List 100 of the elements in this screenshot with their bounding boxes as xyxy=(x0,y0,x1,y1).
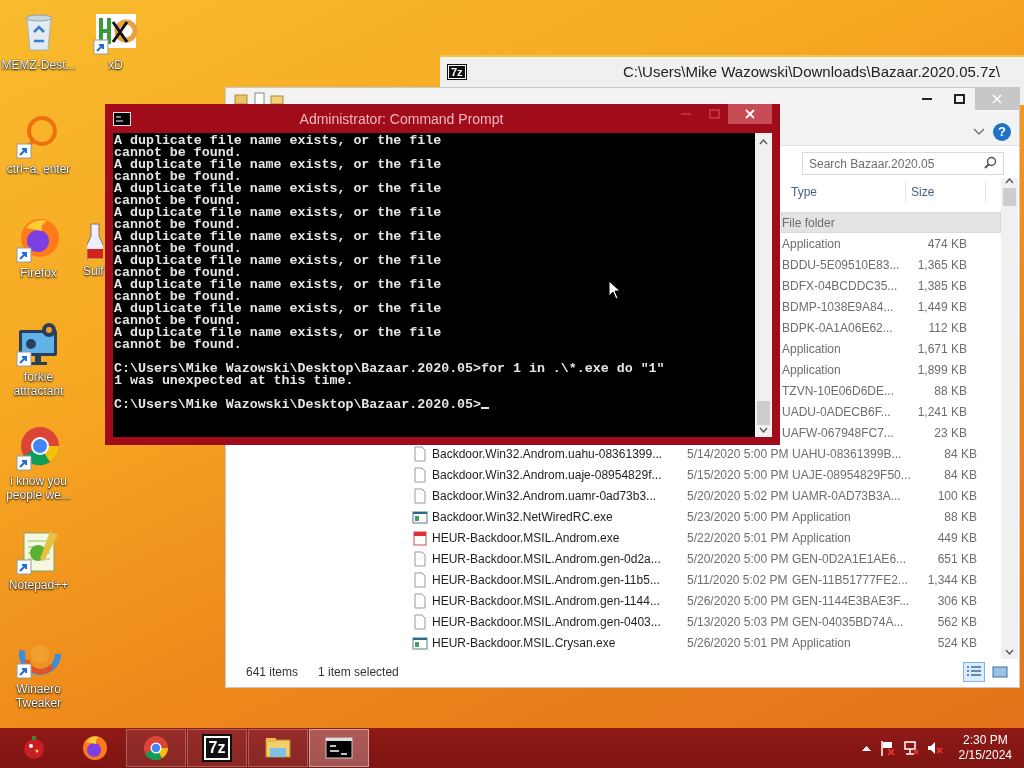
file-size: 100 KB xyxy=(937,488,977,503)
folder-icon[interactable] xyxy=(270,92,284,106)
file-size: 23 KB xyxy=(934,425,967,440)
file-row[interactable]: Backdoor.Win32.Androm.uaje-08954829f... 5/15/2020 5:00 PM UAJE-08954829F50... 84 KB xyxy=(406,464,1001,485)
scroll-thumb[interactable] xyxy=(757,401,770,425)
scroll-down-icon[interactable] xyxy=(1005,649,1014,655)
scroll-thumb[interactable] xyxy=(1003,188,1016,206)
volume-muted-icon[interactable] xyxy=(926,740,943,756)
clock-date[interactable]: 2/15/2024 xyxy=(958,748,1012,763)
file-type: Application xyxy=(782,236,841,251)
file-icon xyxy=(412,613,428,630)
file-row[interactable]: HEUR-Backdoor.MSIL.Androm.gen-0403... 5/13/2020 5:03 PM GEN-04035BD74A... 562 KB xyxy=(406,611,1001,632)
column-header[interactable]: Type xyxy=(786,181,906,203)
network-icon[interactable] xyxy=(902,740,919,756)
file-row[interactable]: BDDU-5E09510E83... 1,365 KB xyxy=(781,254,1001,275)
view-button[interactable] xyxy=(963,662,985,682)
file-size: 1,449 KB xyxy=(917,299,967,314)
date-modified: 5/22/2020 5:01 PM xyxy=(687,530,789,545)
minimize-icon xyxy=(922,98,932,100)
caret-up-icon[interactable] xyxy=(861,745,871,751)
file-type: GEN-1144E3BAE3F... xyxy=(792,593,910,608)
file-row[interactable]: Application 1,671 KB xyxy=(781,338,1001,359)
console-line: A duplicate file name exists, or the file xyxy=(114,253,442,268)
date-modified: 5/26/2020 5:00 PM xyxy=(687,593,789,608)
file-row[interactable]: BDMP-1038E9A84... 1,449 KB xyxy=(781,296,1001,317)
file-name: HEUR-Backdoor.MSIL.Androm.gen-1144... xyxy=(432,593,660,608)
flag-icon[interactable] xyxy=(878,740,895,756)
clock-time[interactable]: 2:30 PM xyxy=(962,733,1008,748)
folder-icon[interactable] xyxy=(234,92,248,106)
minimize-icon xyxy=(681,113,691,115)
search-icon[interactable] xyxy=(984,155,997,169)
file-type: TZVN-10E06D6DE... xyxy=(782,383,895,398)
taskbar-button[interactable] xyxy=(309,729,369,767)
file-row[interactable]: HEUR-Backdoor.MSIL.Androm.gen-0d2a... 5/20/2020 5:00 PM GEN-0D2A1E1AE6... 651 KB xyxy=(406,548,1001,569)
taskbar-button[interactable] xyxy=(248,729,308,767)
file-name: HEUR-Backdoor.MSIL.Crysan.exe xyxy=(432,635,616,650)
file-row[interactable]: TZVN-10E06D6DE... 88 KB xyxy=(781,380,1001,401)
search-field[interactable]: Search Bazaar.2020.05 xyxy=(802,152,1004,175)
date-modified: 5/20/2020 5:00 PM xyxy=(687,551,789,566)
file-size: 1,385 KB xyxy=(917,278,967,293)
scrollbar[interactable] xyxy=(755,133,772,437)
file-row[interactable]: BDFX-04BCDDC35... 1,385 KB xyxy=(781,275,1001,296)
date-modified: 5/14/2020 5:00 PM xyxy=(687,446,789,461)
file-size: 88 KB xyxy=(944,509,977,524)
file-icon xyxy=(412,592,428,609)
console-line: C:\Users\Mike Wazowski\Desktop\Bazaar.2020.05> xyxy=(114,397,482,412)
close-button[interactable] xyxy=(728,104,772,124)
help-button[interactable]: ? xyxy=(993,122,1011,141)
file-row[interactable]: HEUR-Backdoor.MSIL.Androm.exe 5/22/2020 5:01 PM Application 449 KB xyxy=(406,527,1001,548)
scroll-down-icon[interactable] xyxy=(759,427,768,433)
console-line: A duplicate file name exists, or the file xyxy=(114,133,442,148)
page-icon[interactable] xyxy=(252,92,266,106)
file-row[interactable]: HEUR-Backdoor.MSIL.Crysan.exe 5/26/2020 5:01 PM Application 524 KB xyxy=(406,632,1001,653)
console-icon xyxy=(113,112,131,126)
close-icon xyxy=(745,109,755,119)
scroll-up-icon[interactable] xyxy=(1005,178,1014,184)
file-row[interactable]: Application 474 KB xyxy=(781,233,1001,254)
file-size: 524 KB xyxy=(937,635,977,650)
column-header[interactable]: Size xyxy=(906,181,986,203)
file-type: UAJE-08954829F50... xyxy=(792,467,911,482)
file-size: 84 KB xyxy=(944,446,977,461)
app-logo-icon: 7z xyxy=(448,65,466,79)
window-title: C:\Users\Mike Wazowski\Downloads\Bazaar.2020.05.7z\ xyxy=(622,62,1000,82)
file-row[interactable]: UADU-0ADECB6F... 1,241 KB xyxy=(781,401,1001,422)
selection-count: 1 item selected xyxy=(318,664,399,681)
file-size: 651 KB xyxy=(937,551,977,566)
file-size: 1,241 KB xyxy=(917,404,967,419)
file-row[interactable]: HEUR-Backdoor.MSIL.Androm.gen-1144... 5/26/2020 5:00 PM GEN-1144E3BAE3F... 306 KB xyxy=(406,590,1001,611)
file-size: 306 KB xyxy=(937,593,977,608)
file-row[interactable]: BDPK-0A1A06E62... 112 KB xyxy=(781,317,1001,338)
file-row[interactable]: File folder xyxy=(781,212,1001,233)
scroll-up-icon[interactable] xyxy=(759,139,768,145)
large-icons-view-icon xyxy=(991,664,1009,680)
flask-icon[interactable] xyxy=(87,222,103,262)
cursor-icon xyxy=(608,280,621,300)
file-icon xyxy=(412,445,428,462)
taskbar-button[interactable]: 7z xyxy=(187,729,247,767)
file-size: 1,899 KB xyxy=(917,362,967,377)
file-icon xyxy=(412,571,428,588)
file-type: BDDU-5E09510E83... xyxy=(782,257,900,272)
date-modified: 5/13/2020 5:03 PM xyxy=(687,614,789,629)
date-modified: 5/15/2020 5:00 PM xyxy=(687,467,789,482)
file-row[interactable]: Backdoor.Win32.Androm.uahu-08361399... 5/14/2020 5:00 PM UAHU-08361399B... 84 KB xyxy=(406,443,1001,464)
file-row[interactable]: Application 1,899 KB xyxy=(781,359,1001,380)
console-line: A duplicate file name exists, or the file xyxy=(114,277,442,292)
file-row[interactable]: HEUR-Backdoor.MSIL.Androm.gen-11b5... 5/11/2020 5:02 PM GEN-11B51777FE2... 1,344 KB xyxy=(406,569,1001,590)
file-row[interactable]: Backdoor.Win32.Androm.uamr-0ad73b3... 5/20/2020 5:02 PM UAMR-0AD73B3A... 100 KB xyxy=(406,485,1001,506)
file-row[interactable]: Backdoor.Win32.NetWiredRC.exe 5/23/2020 5:00 PM Application 88 KB xyxy=(406,506,1001,527)
file-type: Application xyxy=(792,635,851,650)
console-line: A duplicate file name exists, or the file xyxy=(114,181,442,196)
console-line: C:\Users\Mike Wazowski\Desktop\Bazaar.2020.05>for 1 in .\*.exe do "1" xyxy=(114,361,665,376)
file-size: 1,671 KB xyxy=(917,341,967,356)
window-icon xyxy=(412,634,428,651)
item-count: 641 items xyxy=(246,664,299,681)
file-type: UAHU-08361399B... xyxy=(792,446,902,461)
file-row[interactable]: UAFW-067948FC7... 23 KB xyxy=(781,422,1001,443)
file-type: UADU-0ADECB6F... xyxy=(782,404,891,419)
file-size: 474 KB xyxy=(927,236,967,251)
scrollbar[interactable] xyxy=(1001,178,1018,659)
chevron-down-icon[interactable] xyxy=(973,127,985,136)
